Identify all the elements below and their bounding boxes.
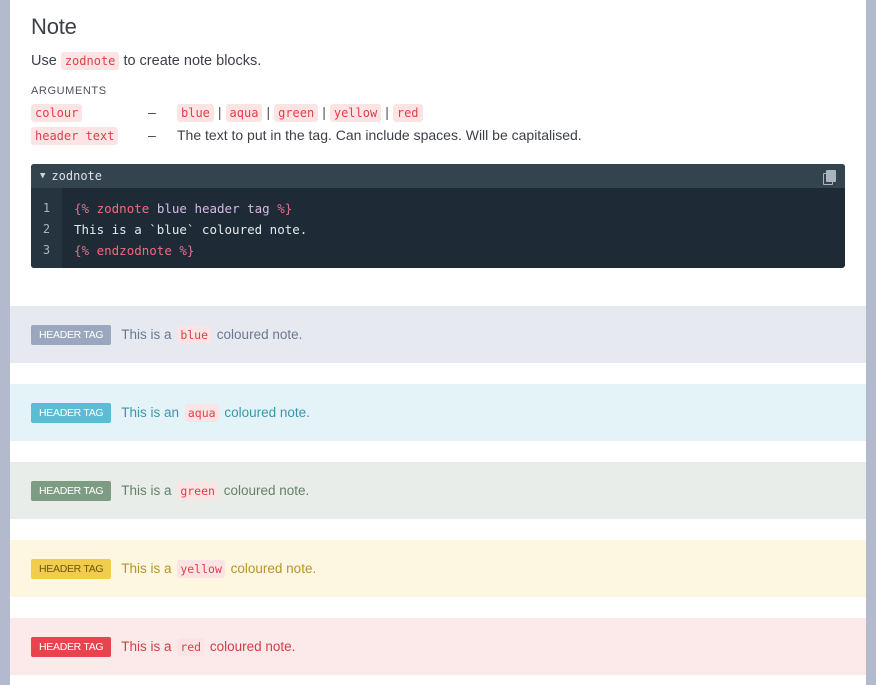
token-keyword: endzodnote: [96, 243, 172, 258]
code-block-header[interactable]: ▼ zodnote: [31, 164, 845, 188]
option-green: green: [274, 104, 319, 122]
code-line-3: {% endzodnote %}: [74, 240, 307, 261]
arg-dash: –: [148, 127, 156, 143]
note-tag: HEADER TAG: [31, 324, 112, 345]
line-number: 3: [42, 243, 51, 257]
arg-name-header-text: header text: [31, 127, 119, 145]
arg-name-colour: colour: [31, 104, 83, 122]
note-text: This is a blue coloured note.: [121, 326, 303, 344]
note-red: HEADER TAG This is a red coloured note.: [10, 618, 866, 675]
option-blue: blue: [177, 104, 214, 122]
option-aqua: aqua: [225, 104, 263, 122]
token-close: %}: [179, 243, 195, 258]
code-block-title: zodnote: [51, 169, 102, 183]
intro-after: to create note blocks.: [123, 53, 262, 69]
note-blue: HEADER TAG This is a blue coloured note.: [10, 306, 866, 363]
intro-code: zodnote: [60, 52, 120, 70]
note-text-after: coloured note.: [230, 561, 317, 576]
argument-header-text: header text – The text to put in the tag…: [31, 127, 845, 145]
note-code: green: [177, 482, 218, 500]
arg-dash: –: [148, 104, 156, 120]
option-yellow: yellow: [329, 104, 382, 122]
option-red: red: [392, 104, 423, 122]
intro-before: Use: [31, 53, 57, 69]
line-numbers: 1 2 3: [31, 188, 62, 268]
code-block: ▼ zodnote 1 2 3 {% zodnote blue header t…: [31, 164, 845, 268]
note-yellow: HEADER TAG This is a yellow coloured not…: [10, 540, 866, 597]
intro-text: Use zodnote to create note blocks.: [31, 52, 845, 70]
note-tag: HEADER TAG: [31, 480, 112, 501]
note-text: This is a green coloured note.: [121, 482, 310, 500]
argument-colour: colour – blue | aqua | green | yellow | red: [31, 104, 845, 122]
note-text-before: This is a: [121, 561, 172, 576]
note-text: This is a yellow coloured note.: [121, 560, 317, 578]
token-keyword: zodnote: [96, 201, 150, 216]
note-tag: HEADER TAG: [31, 636, 112, 657]
code-line-2: This is a `blue` coloured note.: [74, 222, 308, 237]
token-close: %}: [277, 201, 293, 216]
code-line-1: {% zodnote blue header tag %}: [74, 198, 307, 219]
token-args: blue header tag: [156, 201, 270, 216]
line-number: 1: [42, 201, 51, 215]
token-open: {%: [74, 243, 90, 258]
note-text-before: This is a: [121, 639, 172, 654]
note-text-after: coloured note.: [223, 483, 310, 498]
arg-description: The text to put in the tag. Can include …: [177, 127, 582, 143]
note-text: This is an aqua coloured note.: [121, 404, 310, 422]
note-text-before: This is an: [121, 405, 180, 420]
note-tag: HEADER TAG: [31, 558, 112, 579]
note-text-after: coloured note.: [224, 405, 310, 420]
note-text-after: coloured note.: [209, 639, 296, 654]
note-code: aqua: [184, 404, 219, 422]
note-green: HEADER TAG This is a green coloured note…: [10, 462, 866, 519]
page-title: Note: [31, 14, 77, 39]
note-text-before: This is a: [121, 327, 172, 342]
arguments-label: ARGUMENTS: [31, 85, 107, 97]
copy-icon[interactable]: [823, 169, 836, 185]
note-text-before: This is a: [121, 483, 172, 498]
doc-page: Note Use zodnote to create note blocks. …: [10, 0, 866, 685]
code-lines: {% zodnote blue header tag %} This is a …: [62, 188, 307, 268]
note-tag: HEADER TAG: [31, 402, 112, 423]
note-text: This is a red coloured note.: [121, 638, 296, 656]
note-text-after: coloured note.: [216, 327, 303, 342]
chevron-down-icon[interactable]: ▼: [40, 171, 45, 181]
token-open: {%: [74, 201, 90, 216]
note-code: red: [177, 638, 205, 656]
note-code: blue: [177, 326, 212, 344]
line-number: 2: [42, 222, 51, 236]
note-code: yellow: [177, 560, 225, 578]
colour-options: blue | aqua | green | yellow | red: [177, 104, 423, 122]
note-aqua: HEADER TAG This is an aqua coloured note…: [10, 384, 866, 441]
